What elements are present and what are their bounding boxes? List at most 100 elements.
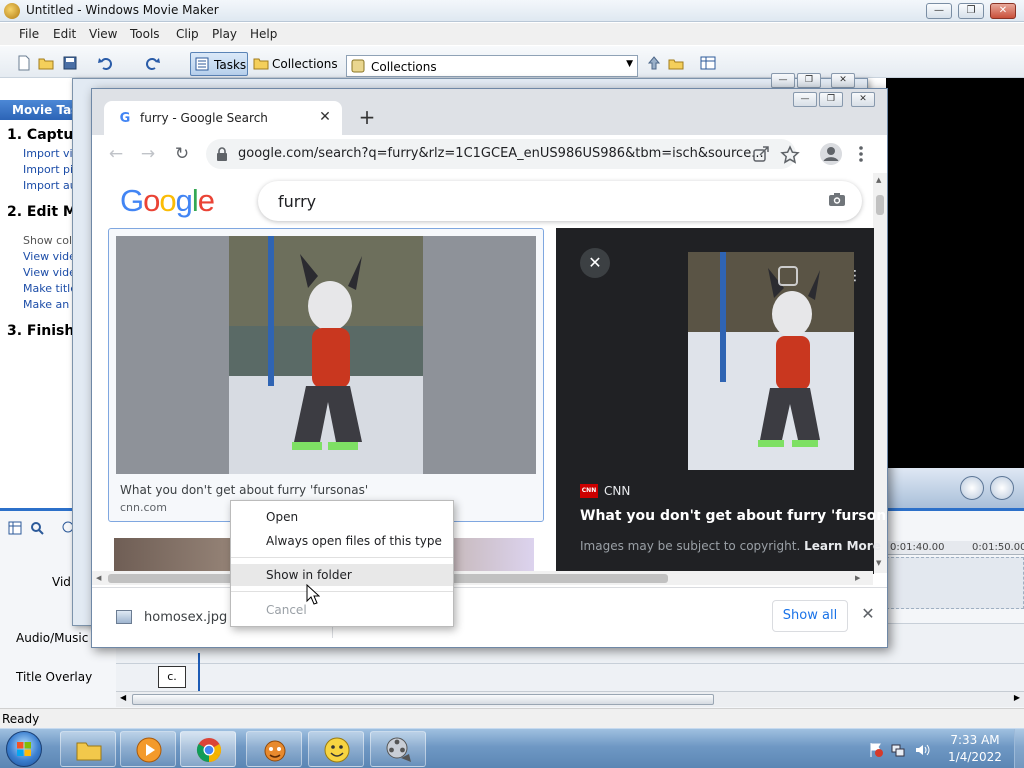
movie-tasks-pane: Movie Tas 1. Capture Import vid Import p… <box>0 78 91 508</box>
search-input[interactable]: furry <box>258 181 862 221</box>
lock-icon[interactable] <box>214 146 230 162</box>
chrome-restore-button[interactable]: ❐ <box>819 92 843 107</box>
tab-close-icon[interactable]: ✕ <box>316 108 334 126</box>
taskbar-movie-maker-button[interactable] <box>370 731 426 767</box>
menu-item-cancel[interactable]: Cancel <box>231 599 453 621</box>
new-project-icon[interactable] <box>16 55 32 71</box>
title-overlay-track[interactable] <box>116 663 1024 691</box>
restore-button[interactable]: ❐ <box>958 3 984 19</box>
tasks-button[interactable]: Tasks <box>190 52 248 76</box>
panel-close-icon[interactable]: ✕ <box>580 248 610 278</box>
menu-item-show-in-folder[interactable]: Show in folder <box>231 564 453 586</box>
task-link-import-audio[interactable]: Import au <box>23 179 77 192</box>
cnn-logo-icon: CNN <box>580 484 598 498</box>
smiley-icon <box>324 737 350 763</box>
storyboard-icon[interactable] <box>8 521 22 535</box>
volume-icon[interactable] <box>914 742 930 758</box>
tab-google-search[interactable]: G furry - Google Search ✕ <box>104 101 342 135</box>
profile-avatar-icon[interactable] <box>820 143 842 165</box>
panel-more-icon[interactable]: ⋮ <box>848 268 862 284</box>
panel-source[interactable]: CNN <box>604 484 630 498</box>
page-vertical-scrollbar-thumb[interactable] <box>876 195 884 215</box>
task-link-import-pictures[interactable]: Import pic <box>23 163 79 176</box>
menu-tools[interactable]: Tools <box>130 27 160 41</box>
timeline-scrollbar-thumb[interactable] <box>132 694 714 705</box>
background-restore-button[interactable]: ❐ <box>797 73 821 88</box>
panel-preview-image[interactable] <box>688 252 854 470</box>
collections-folder-icon <box>253 58 269 70</box>
chrome-close-button[interactable]: ✕ <box>851 92 875 107</box>
playhead[interactable] <box>198 653 200 691</box>
result-source[interactable]: cnn.com <box>120 501 167 514</box>
menu-item-always-open[interactable]: Always open files of this type <box>231 530 453 552</box>
camera-search-icon[interactable] <box>828 192 846 207</box>
scroll-left-icon[interactable]: ◀ <box>120 693 126 702</box>
lens-icon[interactable] <box>778 266 798 286</box>
scroll-right-icon[interactable]: ▶ <box>855 574 860 582</box>
clock-time[interactable]: 7:33 AM <box>940 733 1010 747</box>
redo-icon[interactable] <box>144 55 160 71</box>
show-all-button[interactable]: Show all <box>772 600 848 632</box>
show-desktop-button[interactable] <box>1014 729 1024 768</box>
minimize-button[interactable]: — <box>926 3 952 19</box>
scroll-left-icon[interactable]: ◀ <box>96 574 101 582</box>
title-overlay-clip[interactable]: c. <box>158 666 186 688</box>
google-logo[interactable]: Google <box>120 183 215 219</box>
collections-button[interactable]: Collections <box>272 57 338 71</box>
views-icon[interactable] <box>700 55 716 71</box>
bookmark-star-icon[interactable] <box>780 145 800 165</box>
background-close-button[interactable]: ✕ <box>831 73 855 88</box>
undo-icon[interactable] <box>98 55 114 71</box>
taskbar-media-player-button[interactable] <box>120 731 176 767</box>
chrome-menu-icon[interactable] <box>856 143 866 165</box>
menu-view[interactable]: View <box>89 27 117 41</box>
clock-date[interactable]: 1/4/2022 <box>940 750 1010 764</box>
page-horizontal-scrollbar[interactable]: ◀ ▶ <box>92 571 873 585</box>
zoom-in-icon[interactable] <box>30 521 44 535</box>
menu-help[interactable]: Help <box>250 27 277 41</box>
video-track[interactable] <box>886 557 1024 609</box>
taskbar-paint-game-button[interactable] <box>246 731 302 767</box>
new-folder-icon[interactable] <box>668 55 684 71</box>
start-button[interactable] <box>6 731 42 767</box>
menu-play[interactable]: Play <box>212 27 237 41</box>
back-button[interactable]: ← <box>104 142 128 166</box>
up-folder-icon[interactable] <box>646 55 662 71</box>
timeline-scrollbar[interactable]: ◀ ▶ <box>116 691 1024 707</box>
taskbar-chrome-button[interactable] <box>180 731 236 767</box>
menu-edit[interactable]: Edit <box>53 27 76 41</box>
menu-clip[interactable]: Clip <box>176 27 199 41</box>
action-center-flag-icon[interactable] <box>868 742 884 758</box>
scroll-up-icon[interactable]: ▲ <box>876 176 881 184</box>
panel-copyright-notice: Images may be subject to copyright. Lear… <box>580 539 881 553</box>
scroll-down-icon[interactable]: ▼ <box>876 559 881 567</box>
menu-file[interactable]: File <box>19 27 39 41</box>
save-project-icon[interactable] <box>62 55 78 71</box>
panel-title[interactable]: What you don't get about furry 'fursonas… <box>580 508 887 524</box>
menu-separator <box>231 591 453 592</box>
take-picture-button[interactable] <box>990 476 1014 500</box>
result-image-thumbnail[interactable] <box>116 236 536 474</box>
reload-button[interactable]: ↻ <box>170 142 194 166</box>
image-preview-panel: ✕ ⋮ CNN CNN What you don't get about fur… <box>556 228 887 574</box>
address-bar[interactable]: google.com/search?q=furry&rlz=1C1GCEA_en… <box>206 139 796 169</box>
close-download-shelf-icon[interactable]: ✕ <box>858 604 878 624</box>
new-tab-button[interactable]: + <box>356 106 378 128</box>
network-icon[interactable] <box>890 742 906 758</box>
learn-more-link[interactable]: Learn More <box>804 539 881 553</box>
download-filename[interactable]: homosex.jpg <box>144 610 227 625</box>
background-minimize-button[interactable]: — <box>771 73 795 88</box>
close-button[interactable]: ✕ <box>990 3 1016 19</box>
image-result-card[interactable]: What you don't get about furry 'fursonas… <box>108 228 544 522</box>
result-title[interactable]: What you don't get about furry 'fursonas… <box>120 483 368 497</box>
taskbar-explorer-button[interactable] <box>60 731 116 767</box>
share-icon[interactable] <box>752 145 770 163</box>
split-clip-button[interactable] <box>960 476 984 500</box>
menu-item-open[interactable]: Open <box>231 506 453 528</box>
taskbar-smiley-app-button[interactable] <box>308 731 364 767</box>
collections-dropdown[interactable]: Collections ▼ <box>346 55 638 77</box>
scroll-right-icon[interactable]: ▶ <box>1014 693 1020 702</box>
forward-button[interactable]: → <box>136 142 160 166</box>
chrome-minimize-button[interactable]: — <box>793 92 817 107</box>
open-project-icon[interactable] <box>38 55 54 71</box>
